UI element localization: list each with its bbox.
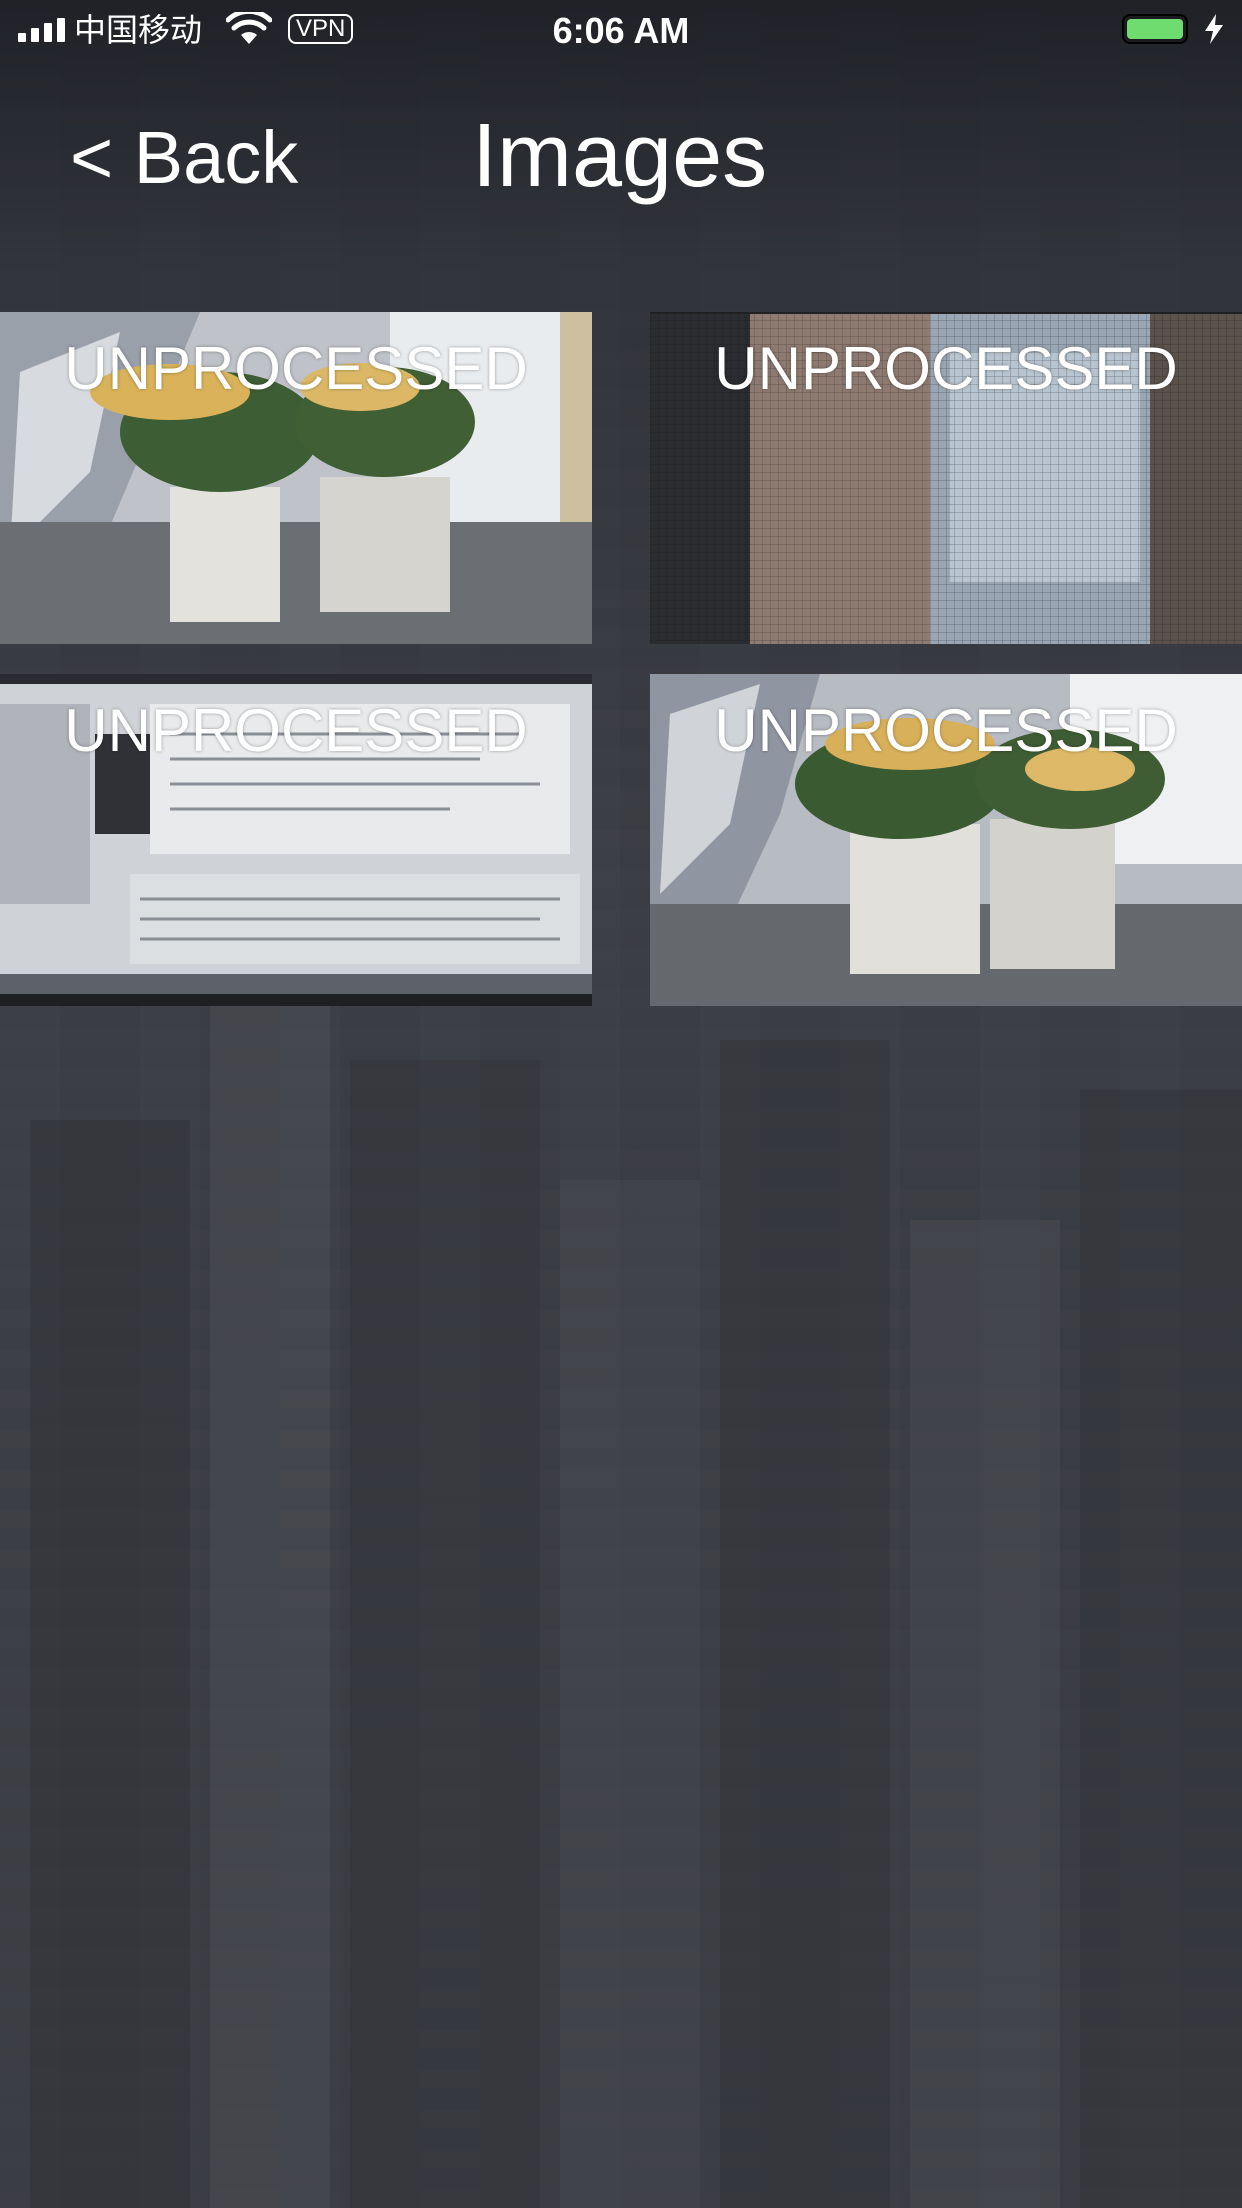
tile-status-label: UNPROCESSED — [714, 697, 1178, 764]
background-buildings — [30, 1000, 1242, 2208]
battery-level — [1127, 19, 1183, 39]
tile-status-label: UNPROCESSED — [64, 697, 528, 764]
page-title: Images — [472, 106, 768, 206]
charging-bolt-icon — [1205, 14, 1223, 44]
status-time: 6:06 AM — [552, 10, 690, 51]
status-bar: 中国移动 VPN 6:06 AM — [0, 0, 1242, 62]
image-tile-4[interactable]: UNPROCESSED — [650, 674, 1242, 1006]
image-tile-2[interactable]: UNPROCESSED — [650, 312, 1242, 644]
battery-icon — [1122, 14, 1188, 44]
tile-status-label: UNPROCESSED — [714, 335, 1178, 402]
image-tile-3[interactable]: UNPROCESSED — [0, 674, 592, 1006]
back-button[interactable]: < Back — [70, 112, 298, 204]
image-tile-1[interactable]: UNPROCESSED — [0, 312, 592, 644]
tile-status-label: UNPROCESSED — [64, 335, 528, 402]
